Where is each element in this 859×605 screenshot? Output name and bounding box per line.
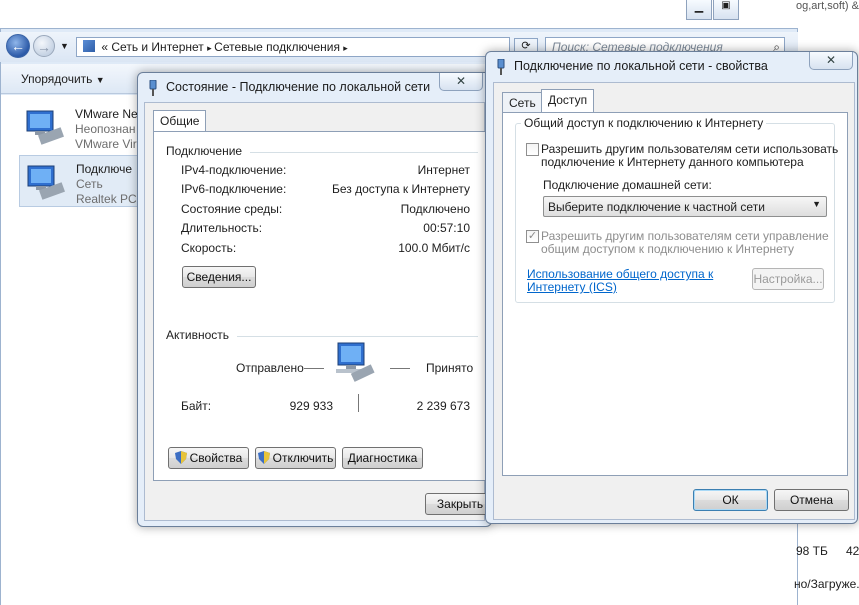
bytes-sent-value: 929 933: [289, 399, 333, 413]
back-button[interactable]: ←: [6, 34, 30, 58]
close-dialog-button-label: Закрыть: [436, 497, 484, 511]
ipv6-label: IPv6-подключение:: [181, 182, 287, 196]
maximize-button[interactable]: ▣: [713, 0, 739, 20]
details-button-label: Сведения...: [186, 270, 252, 284]
forward-button[interactable]: →: [33, 35, 55, 57]
breadcrumb-network-internet[interactable]: Сеть и Интернет: [111, 40, 203, 54]
status-dialog: Состояние - Подключение по локальной сет…: [137, 72, 495, 527]
section-activity-label: Активность: [166, 328, 230, 342]
home-network-select-value: Выберите подключение к частной сети: [548, 200, 765, 214]
sharing-tab-page: Общий доступ к подключению к Интернету Р…: [502, 112, 848, 476]
network-folder-icon: [83, 40, 95, 52]
ics-link-line-1: Использование общего доступа к: [527, 267, 714, 281]
bytes-divider: [358, 394, 359, 412]
speed-value: 100.0 Мбит/с: [398, 241, 470, 255]
ok-button[interactable]: ОК: [693, 489, 768, 511]
connection-status: Неопознан: [75, 122, 136, 136]
tab-label: Сеть: [509, 96, 536, 110]
speed-label: Скорость:: [181, 241, 237, 255]
media-state-label: Состояние среды:: [181, 202, 283, 216]
home-network-label: Подключение домашней сети:: [543, 178, 712, 192]
status-client-area: Общие Подключение IPv4-подключение: Инте…: [144, 102, 495, 521]
close-button[interactable]: ✕: [809, 52, 853, 70]
ics-group-label: Общий доступ к подключению к Интернету: [521, 116, 767, 130]
recent-pages-dropdown[interactable]: ▼: [60, 41, 69, 51]
chevron-down-icon: ▼: [812, 199, 821, 209]
tab-label: Доступ: [548, 93, 588, 107]
ipv6-value: Без доступа к Интернету: [331, 182, 470, 196]
close-button[interactable]: ✕: [439, 73, 483, 91]
allow-sharing-text-2: подключение к Интернету данного компьюте…: [541, 155, 804, 169]
tab-sharing[interactable]: Доступ: [541, 89, 595, 113]
properties-button[interactable]: Свойства: [168, 447, 249, 469]
connection-status: Сеть: [76, 177, 103, 191]
background-text-fragment: og,art,soft) &: [796, 0, 859, 12]
section-connection-label: Подключение: [166, 144, 243, 158]
size-fragment: 98 ТБ: [796, 544, 828, 558]
ipv4-label: IPv4-подключение:: [181, 163, 287, 177]
explorer-window-controls: ▁ ▣: [686, 0, 796, 22]
divider: [250, 152, 478, 153]
diagnose-button-label: Диагностика: [347, 451, 418, 465]
settings-button-label: Настройка...: [753, 272, 823, 286]
properties-client-area: Сеть Доступ Общий доступ к подключению к…: [493, 82, 855, 520]
disable-button[interactable]: Отключить: [255, 447, 336, 469]
tab-label: Общие: [160, 114, 200, 128]
diagnose-button[interactable]: Диагностика: [342, 447, 423, 469]
disable-button-label: Отключить: [272, 451, 334, 465]
dialog-title: Состояние - Подключение по локальной сет…: [166, 80, 431, 94]
ok-button-label: ОК: [722, 493, 739, 507]
allow-control-text-1: Разрешить другим пользователям сети упра…: [541, 229, 829, 243]
allow-control-checkbox[interactable]: ✓: [526, 230, 539, 243]
sent-line: [304, 368, 324, 369]
duration-value: 00:57:10: [423, 221, 470, 235]
dialog-title: Подключение по локальной сети - свойства: [514, 59, 768, 73]
minimize-button[interactable]: ▁: [686, 0, 712, 20]
settings-button[interactable]: Настройка...: [752, 268, 824, 290]
media-state-value: Подключено: [400, 202, 470, 216]
allow-sharing-checkbox[interactable]: [526, 143, 539, 156]
ics-help-link[interactable]: Использование общего доступа к Интернету…: [527, 268, 713, 294]
address-prefix: «: [101, 40, 109, 54]
tab-network[interactable]: Сеть: [502, 92, 543, 112]
received-line: [390, 368, 410, 369]
organize-button[interactable]: Упорядочить ▼: [21, 72, 105, 86]
details-button[interactable]: Сведения...: [182, 266, 256, 288]
chevron-down-icon: ▼: [95, 75, 105, 85]
uac-shield-icon: [174, 451, 187, 464]
general-tab-page: Подключение IPv4-подключение: Интернет I…: [153, 131, 488, 481]
cancel-button-label: Отмена: [789, 493, 834, 507]
ics-link-line-2: Интернету (ICS): [527, 280, 617, 294]
organize-label: Упорядочить: [21, 72, 93, 86]
network-adapter-icon: [27, 165, 65, 200]
address-input[interactable]: « Сеть и Интернет ▸ Сетевые подключения …: [76, 37, 510, 57]
uac-shield-icon: [257, 451, 270, 464]
received-label: Принято: [426, 361, 474, 375]
tab-general[interactable]: Общие: [153, 110, 207, 132]
bytes-received-value: 2 239 673: [416, 399, 470, 413]
sent-label: Отправлено: [236, 361, 304, 375]
download-fragment: но/Загруже.: [794, 577, 859, 591]
divider: [237, 336, 478, 337]
connection-name: Подключе: [76, 162, 133, 176]
network-cable-icon: [149, 80, 157, 96]
allow-control-text-2: общим доступом к подключению к Интернету: [541, 242, 795, 256]
connection-name: VMware Ne: [75, 107, 138, 121]
allow-sharing-text-1: Разрешить другим пользователям сети испо…: [541, 142, 839, 156]
properties-button-label: Свойства: [189, 451, 243, 465]
count-fragment: 42: [846, 544, 859, 558]
breadcrumb-network-connections[interactable]: Сетевые подключения: [214, 40, 340, 54]
bytes-label: Байт:: [181, 399, 212, 413]
properties-dialog: Подключение по локальной сети - свойства…: [485, 51, 858, 524]
network-adapter-icon: [26, 110, 64, 145]
connection-device: VMware Vir: [75, 137, 137, 151]
network-cable-icon: [497, 59, 505, 75]
breadcrumb-separator-icon: ▸: [343, 43, 348, 53]
cancel-button[interactable]: Отмена: [774, 489, 849, 511]
network-activity-icon: [336, 342, 375, 382]
ipv4-value: Интернет: [417, 163, 470, 177]
home-network-select[interactable]: Выберите подключение к частной сети ▼: [543, 196, 827, 217]
close-icon: ✕: [825, 53, 837, 67]
duration-label: Длительность:: [181, 221, 263, 235]
